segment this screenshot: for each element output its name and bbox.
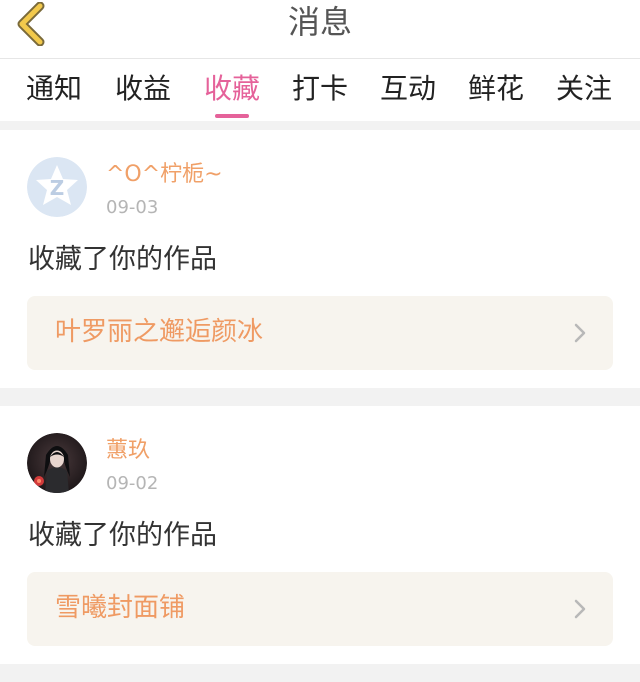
message-date: 09-03 bbox=[106, 197, 159, 218]
message-card: 蕙玖 09-02 收藏了你的作品 雪曦封面铺 bbox=[0, 406, 640, 664]
default-avatar-icon[interactable]: Z bbox=[27, 157, 87, 217]
tab-flowers[interactable]: 鲜花 bbox=[461, 69, 531, 109]
active-tab-indicator bbox=[215, 114, 249, 118]
username-link[interactable]: 蕙玖 bbox=[106, 437, 150, 465]
message-action-text: 收藏了你的作品 bbox=[28, 244, 217, 275]
message-card: Z ^O^柠栀~ 09-03 收藏了你的作品 叶罗丽之邂逅颜冰 bbox=[0, 130, 640, 388]
tab-interactions[interactable]: 互动 bbox=[373, 69, 443, 109]
message-date: 09-02 bbox=[106, 473, 159, 494]
work-link[interactable]: 雪曦封面铺 bbox=[27, 572, 613, 646]
user-photo-avatar[interactable] bbox=[27, 433, 87, 493]
tab-favorites[interactable]: 收藏 bbox=[197, 69, 267, 109]
top-bar: 消息 bbox=[0, 0, 640, 59]
message-action-text: 收藏了你的作品 bbox=[28, 520, 217, 551]
tab-checkin[interactable]: 打卡 bbox=[285, 69, 355, 109]
tab-earnings[interactable]: 收益 bbox=[108, 69, 178, 109]
tab-bar: 通知 收益 收藏 打卡 互动 鲜花 关注 bbox=[0, 59, 640, 121]
work-link[interactable]: 叶罗丽之邂逅颜冰 bbox=[27, 296, 613, 370]
username-link[interactable]: ^O^柠栀~ bbox=[106, 161, 223, 189]
work-title: 叶罗丽之邂逅颜冰 bbox=[55, 317, 264, 347]
tab-following[interactable]: 关注 bbox=[549, 69, 619, 109]
svg-text:Z: Z bbox=[50, 176, 65, 200]
chevron-right-icon bbox=[574, 599, 586, 619]
tab-notifications[interactable]: 通知 bbox=[19, 69, 89, 109]
work-title: 雪曦封面铺 bbox=[55, 593, 186, 623]
page-title: 消息 bbox=[287, 3, 352, 41]
chevron-right-icon bbox=[574, 323, 586, 343]
